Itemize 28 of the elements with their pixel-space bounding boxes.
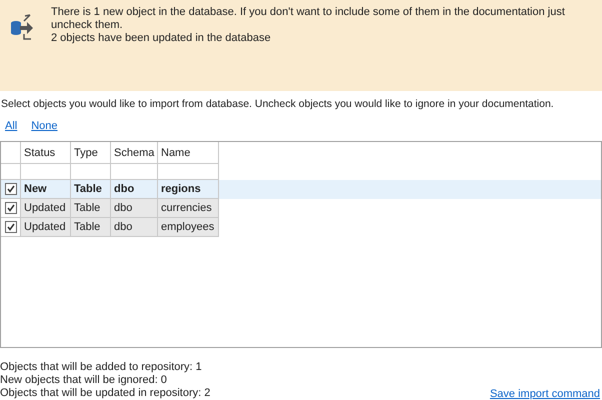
row-checkbox[interactable]	[5, 182, 17, 195]
column-header[interactable]: Name	[158, 142, 219, 164]
instruction-text: Select objects you would like to import from database. Uncheck objects you would like to ignore in your documentation.	[1, 96, 554, 111]
table-cell: dbo	[111, 218, 158, 237]
row-checkbox[interactable]	[5, 220, 17, 233]
table-cell: dbo	[111, 198, 158, 218]
database-import-icon	[10, 14, 36, 40]
select-link[interactable]: None	[31, 120, 58, 134]
table-cell: Table	[71, 198, 111, 218]
row-checkbox[interactable]	[5, 202, 17, 214]
table-row[interactable]: New Table dbo regions	[1, 180, 601, 199]
banner-message: There is 1 new object in the database. If you don't want to include some of them in the documentation just uncheck them.	[51, 6, 566, 32]
table-cell: Updated	[21, 198, 71, 218]
summary-text: New objects that will be ignored: 0	[0, 374, 168, 387]
column-header[interactable]: Type	[71, 142, 111, 164]
table-row[interactable]: Updated Table dbo currencies	[1, 198, 601, 218]
table-cell: Table	[71, 218, 111, 237]
summary-text: Objects that will be updated in repository: 2	[0, 387, 210, 400]
summary-text: Objects that will be added to repository: 1	[0, 361, 203, 374]
select-link[interactable]: All	[5, 120, 18, 134]
table-cell: currencies	[158, 198, 219, 218]
save-import-command-link[interactable]: Save import command	[490, 388, 600, 400]
column-header[interactable]: Schema	[111, 142, 158, 164]
banner-message: 2 objects have been updated in the database	[51, 32, 272, 45]
table-cell: Updated	[21, 218, 71, 237]
table-row[interactable]: Updated Table dbo employees	[1, 218, 601, 237]
column-header[interactable]: Status	[21, 142, 71, 164]
table-cell: employees	[158, 218, 219, 237]
